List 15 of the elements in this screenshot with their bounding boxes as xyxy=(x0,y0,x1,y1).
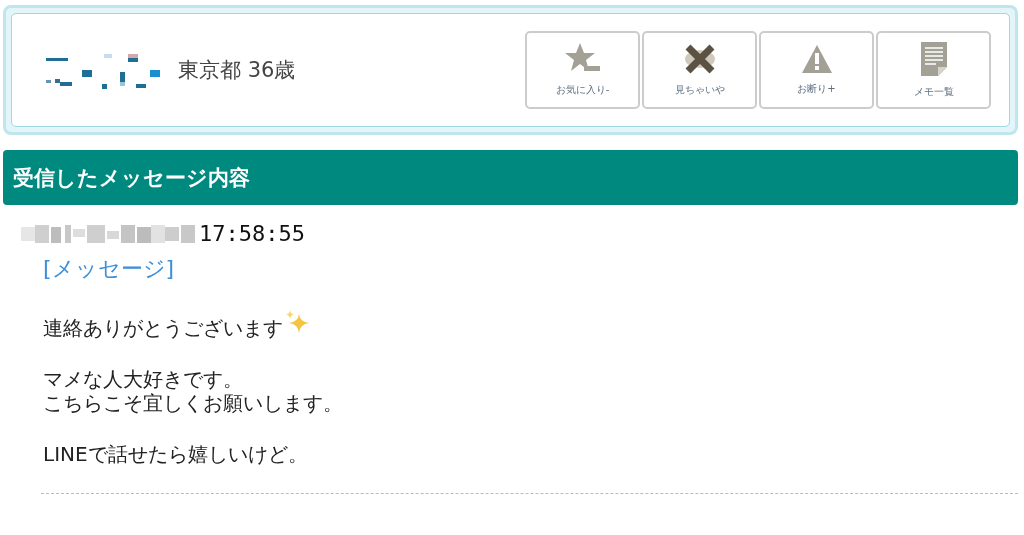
action-button[interactable]: お断り+ xyxy=(759,31,874,109)
message-text: LINEで話せたら嬉しいけど。 xyxy=(43,442,308,466)
section-title: 受信したメッセージ内容 xyxy=(13,164,250,192)
message-text: こちらこそ宜しくお願いします。 xyxy=(43,391,343,415)
memo-icon xyxy=(919,41,948,77)
message-text: マメな人大好きです。 xyxy=(43,367,243,391)
action-button[interactable]: お気に入り- xyxy=(525,31,640,109)
warning-icon xyxy=(800,44,833,74)
action-button[interactable]: メモ一覧 xyxy=(876,31,991,109)
cross-icon xyxy=(683,43,716,75)
message-text: 連絡ありがとうございます xyxy=(43,316,283,340)
action-button[interactable]: 見ちゃいや xyxy=(642,31,757,109)
message-link[interactable]: [メッセージ] xyxy=(43,254,175,284)
message-time: 17:58:55 xyxy=(199,221,305,246)
location-age: 東京都 36歳 xyxy=(178,57,296,84)
